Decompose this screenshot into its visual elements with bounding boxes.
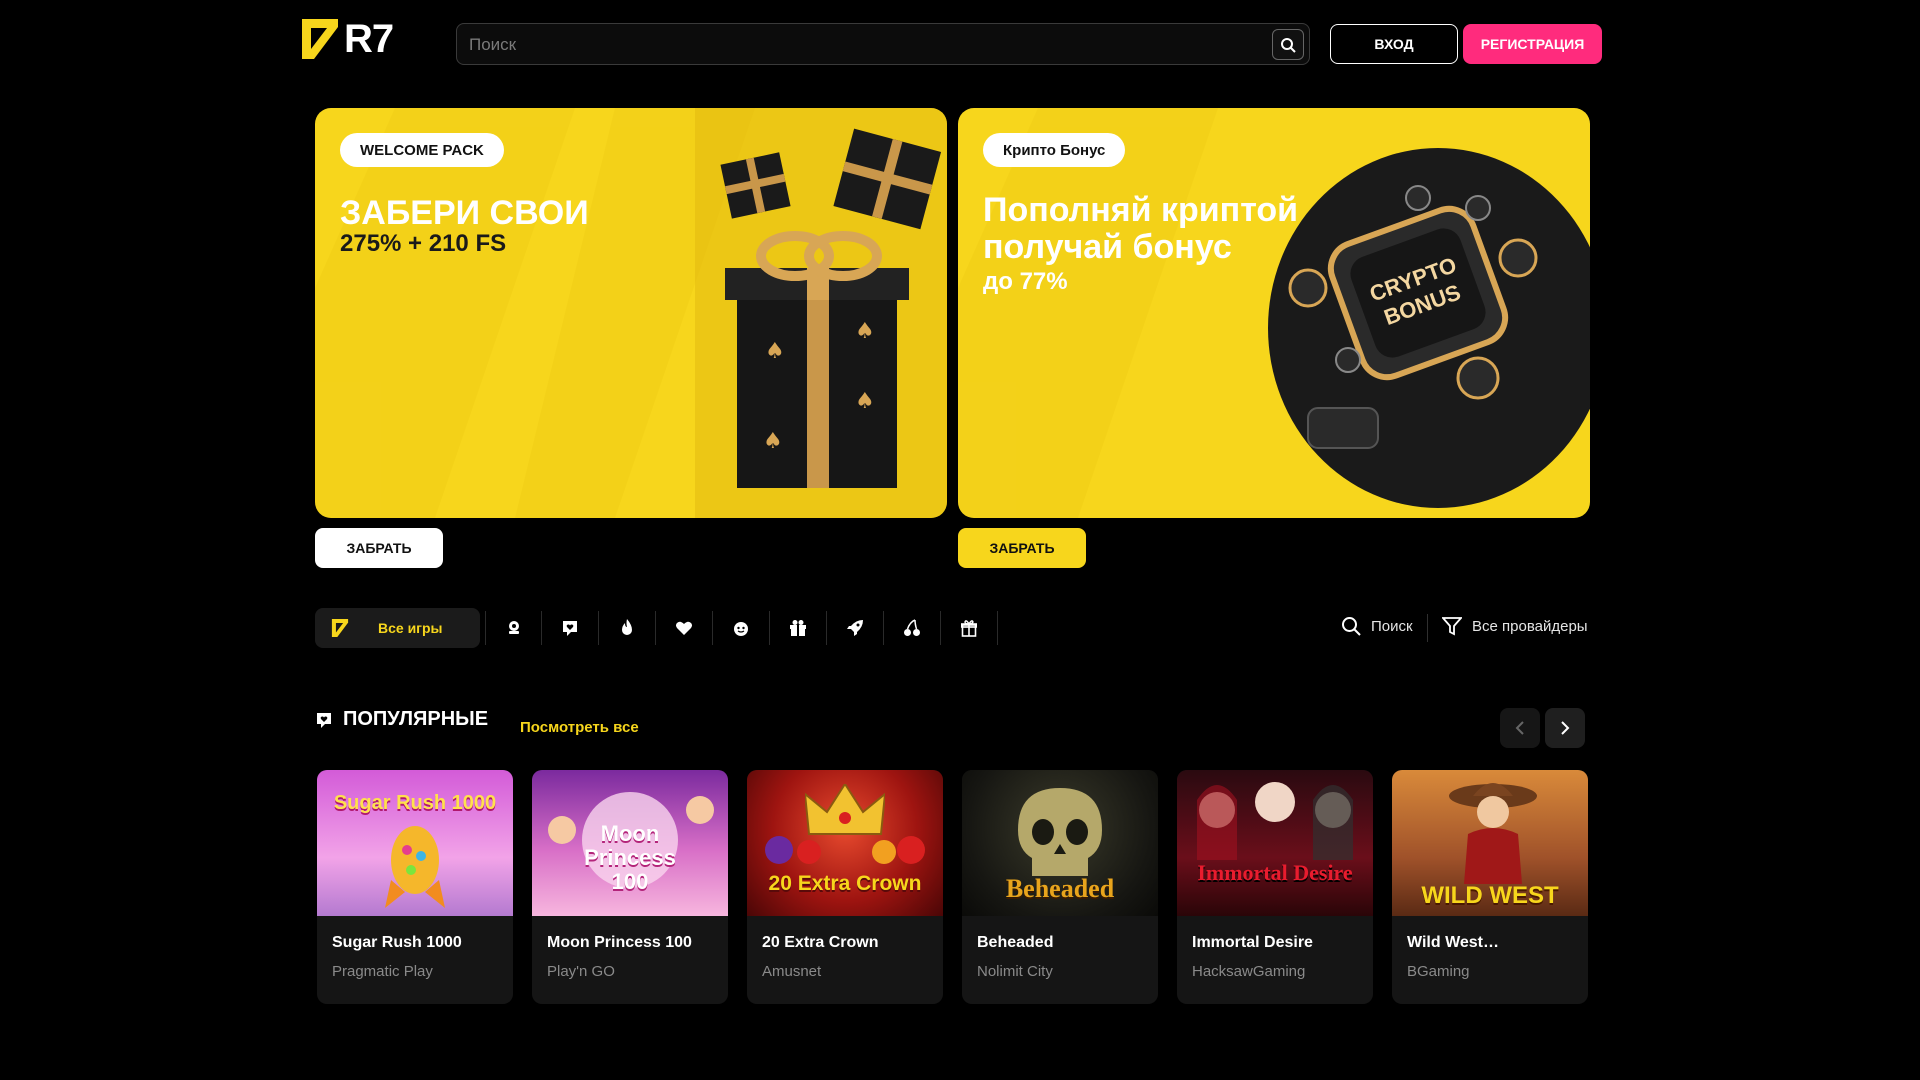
register-button[interactable]: РЕГИСТРАЦИЯ — [1463, 24, 1602, 64]
fire-icon — [622, 619, 632, 635]
game-name: Moon Princess 100 — [547, 934, 692, 951]
game-name: Sugar Rush 1000 — [332, 934, 462, 951]
search-icon — [1281, 37, 1296, 53]
search-input[interactable] — [469, 33, 1229, 57]
category-slots[interactable] — [884, 611, 941, 645]
game-thumbnail-title: Immortal Desire — [1197, 860, 1353, 885]
game-name: Wild West… — [1407, 934, 1500, 951]
claim-welcome-button[interactable]: ЗАБРАТЬ — [315, 528, 443, 568]
providers-filter[interactable]: Все провайдеры — [1442, 616, 1588, 636]
category-icon-list — [485, 611, 998, 645]
game-card[interactable]: Sugar Rush 1000 Sugar Rush 1000 Pragmati… — [317, 770, 513, 1004]
game-thumbnail-title: WILD WEST — [1421, 882, 1559, 909]
game-card[interactable]: 20 Extra Crown 20 Extra Crown Amusnet — [747, 770, 943, 1004]
category-crash[interactable] — [827, 611, 884, 645]
game-thumbnail: Immortal Desire — [1177, 770, 1373, 916]
face-icon — [734, 622, 748, 636]
banner-badge: Крипто Бонус — [983, 133, 1126, 167]
providers-label: Все провайдеры — [1472, 617, 1588, 635]
logo-text: R7 — [344, 17, 394, 61]
present-icon — [961, 620, 977, 637]
category-search[interactable]: Поиск — [1341, 616, 1413, 636]
svg-text:♠: ♠ — [765, 339, 785, 364]
game-provider: Play'n GO — [547, 963, 615, 980]
chevron-right-icon — [1561, 721, 1570, 735]
category-hot[interactable] — [599, 611, 656, 645]
category-all-label: Все игры — [378, 620, 443, 636]
favorites-icon — [563, 621, 577, 636]
search-box[interactable] — [456, 23, 1310, 65]
live-dealer-icon — [508, 621, 519, 634]
favorites-icon — [317, 712, 331, 728]
category-bonus[interactable] — [770, 611, 827, 645]
category-all-games[interactable]: Все игры — [315, 608, 480, 648]
game-thumbnail: Beheaded — [962, 770, 1158, 916]
banner-subtitle: до 77% — [983, 268, 1068, 295]
game-provider: HacksawGaming — [1192, 963, 1306, 980]
cherries-icon — [904, 619, 920, 636]
banner-subtitle: 275% + 210 FS — [340, 230, 507, 257]
svg-text:♠: ♠ — [855, 389, 875, 414]
game-provider: BGaming — [1407, 963, 1470, 980]
category-search-label: Поиск — [1371, 617, 1413, 635]
game-thumbnail-title: Moon Princess 100 — [584, 821, 676, 894]
game-name: 20 Extra Crown — [762, 934, 879, 951]
banner-title: ЗАБЕРИ СВОИ — [340, 194, 589, 232]
game-provider: Pragmatic Play — [332, 963, 433, 980]
game-provider: Nolimit City — [977, 963, 1053, 980]
r7-logo-icon — [331, 619, 349, 637]
heart-icon — [676, 621, 692, 635]
popular-games-list: Sugar Rush 1000 Sugar Rush 1000 Pragmati… — [317, 770, 1588, 1004]
carousel-next-button[interactable] — [1545, 708, 1585, 748]
game-card[interactable]: Beheaded Beheaded Nolimit City — [962, 770, 1158, 1004]
divider — [1427, 614, 1428, 642]
search-icon — [1342, 617, 1361, 636]
filter-icon — [1442, 617, 1462, 636]
game-card[interactable]: WILD WEST Wild West… BGaming — [1392, 770, 1588, 1004]
site-logo[interactable]: R7 — [302, 17, 394, 61]
game-thumbnail: WILD WEST — [1392, 770, 1588, 916]
game-name: Immortal Desire — [1192, 934, 1313, 951]
fruits-icon — [765, 836, 925, 864]
game-thumbnail-title: Sugar Rush 1000 — [333, 792, 497, 814]
game-thumbnail: Sugar Rush 1000 — [317, 770, 513, 916]
game-thumbnail-title: Beheaded — [1005, 874, 1115, 903]
r7-logo-icon — [302, 19, 338, 59]
game-thumbnail-title: 20 Extra Crown — [768, 872, 922, 895]
carousel-prev-button[interactable] — [1500, 708, 1540, 748]
cowgirl-icon — [1449, 783, 1537, 884]
popular-section-header: ПОПУЛЯРНЫЕ — [315, 708, 488, 731]
search-button[interactable] — [1272, 29, 1304, 60]
claim-crypto-button[interactable]: ЗАБРАТЬ — [958, 528, 1086, 568]
gift-boxes-art: ♠ ♠ ♠ ♠ — [695, 108, 947, 518]
game-card[interactable]: Immortal Desire Immortal Desire HacksawG… — [1177, 770, 1373, 1004]
svg-text:♠: ♠ — [763, 429, 783, 454]
game-card[interactable]: Moon Princess 100 Moon Princess 100 Play… — [532, 770, 728, 1004]
egg-rocket-icon — [385, 826, 445, 908]
category-gifts[interactable] — [941, 611, 998, 645]
banner-badge: WELCOME PACK — [340, 133, 504, 167]
popular-title: ПОПУЛЯРНЫЕ — [343, 708, 489, 730]
welcome-pack-banner[interactable]: WELCOME PACK ЗАБЕРИ СВОИ 275% + 210 FS ♠… — [315, 108, 947, 518]
game-name: Beheaded — [977, 934, 1054, 951]
game-thumbnail: Moon Princess 100 — [532, 770, 728, 916]
category-favorites[interactable] — [542, 611, 599, 645]
game-provider: Amusnet — [762, 963, 822, 980]
characters-art — [1197, 782, 1353, 860]
rocket-icon — [847, 620, 863, 636]
gift-box-icon — [790, 620, 806, 636]
banner-title: Пополняй криптой получай бонус — [983, 191, 1299, 266]
see-all-link[interactable]: Посмотреть все — [520, 719, 639, 736]
login-button[interactable]: ВХОД — [1330, 24, 1458, 64]
category-fun[interactable] — [713, 611, 770, 645]
site-header: R7 ВХОД РЕГИСТРАЦИЯ — [0, 0, 1904, 88]
game-thumbnail: 20 Extra Crown — [747, 770, 943, 916]
category-live-dealer[interactable] — [485, 611, 542, 645]
game-category-bar: Все игры Поиск Все провайдеры — [315, 608, 1591, 648]
crypto-bonus-banner[interactable]: Крипто Бонус Пополняй криптой получай бо… — [958, 108, 1590, 518]
category-liked[interactable] — [656, 611, 713, 645]
chevron-left-icon — [1515, 721, 1524, 735]
skull-icon — [1018, 788, 1102, 876]
svg-text:♠: ♠ — [855, 319, 875, 344]
